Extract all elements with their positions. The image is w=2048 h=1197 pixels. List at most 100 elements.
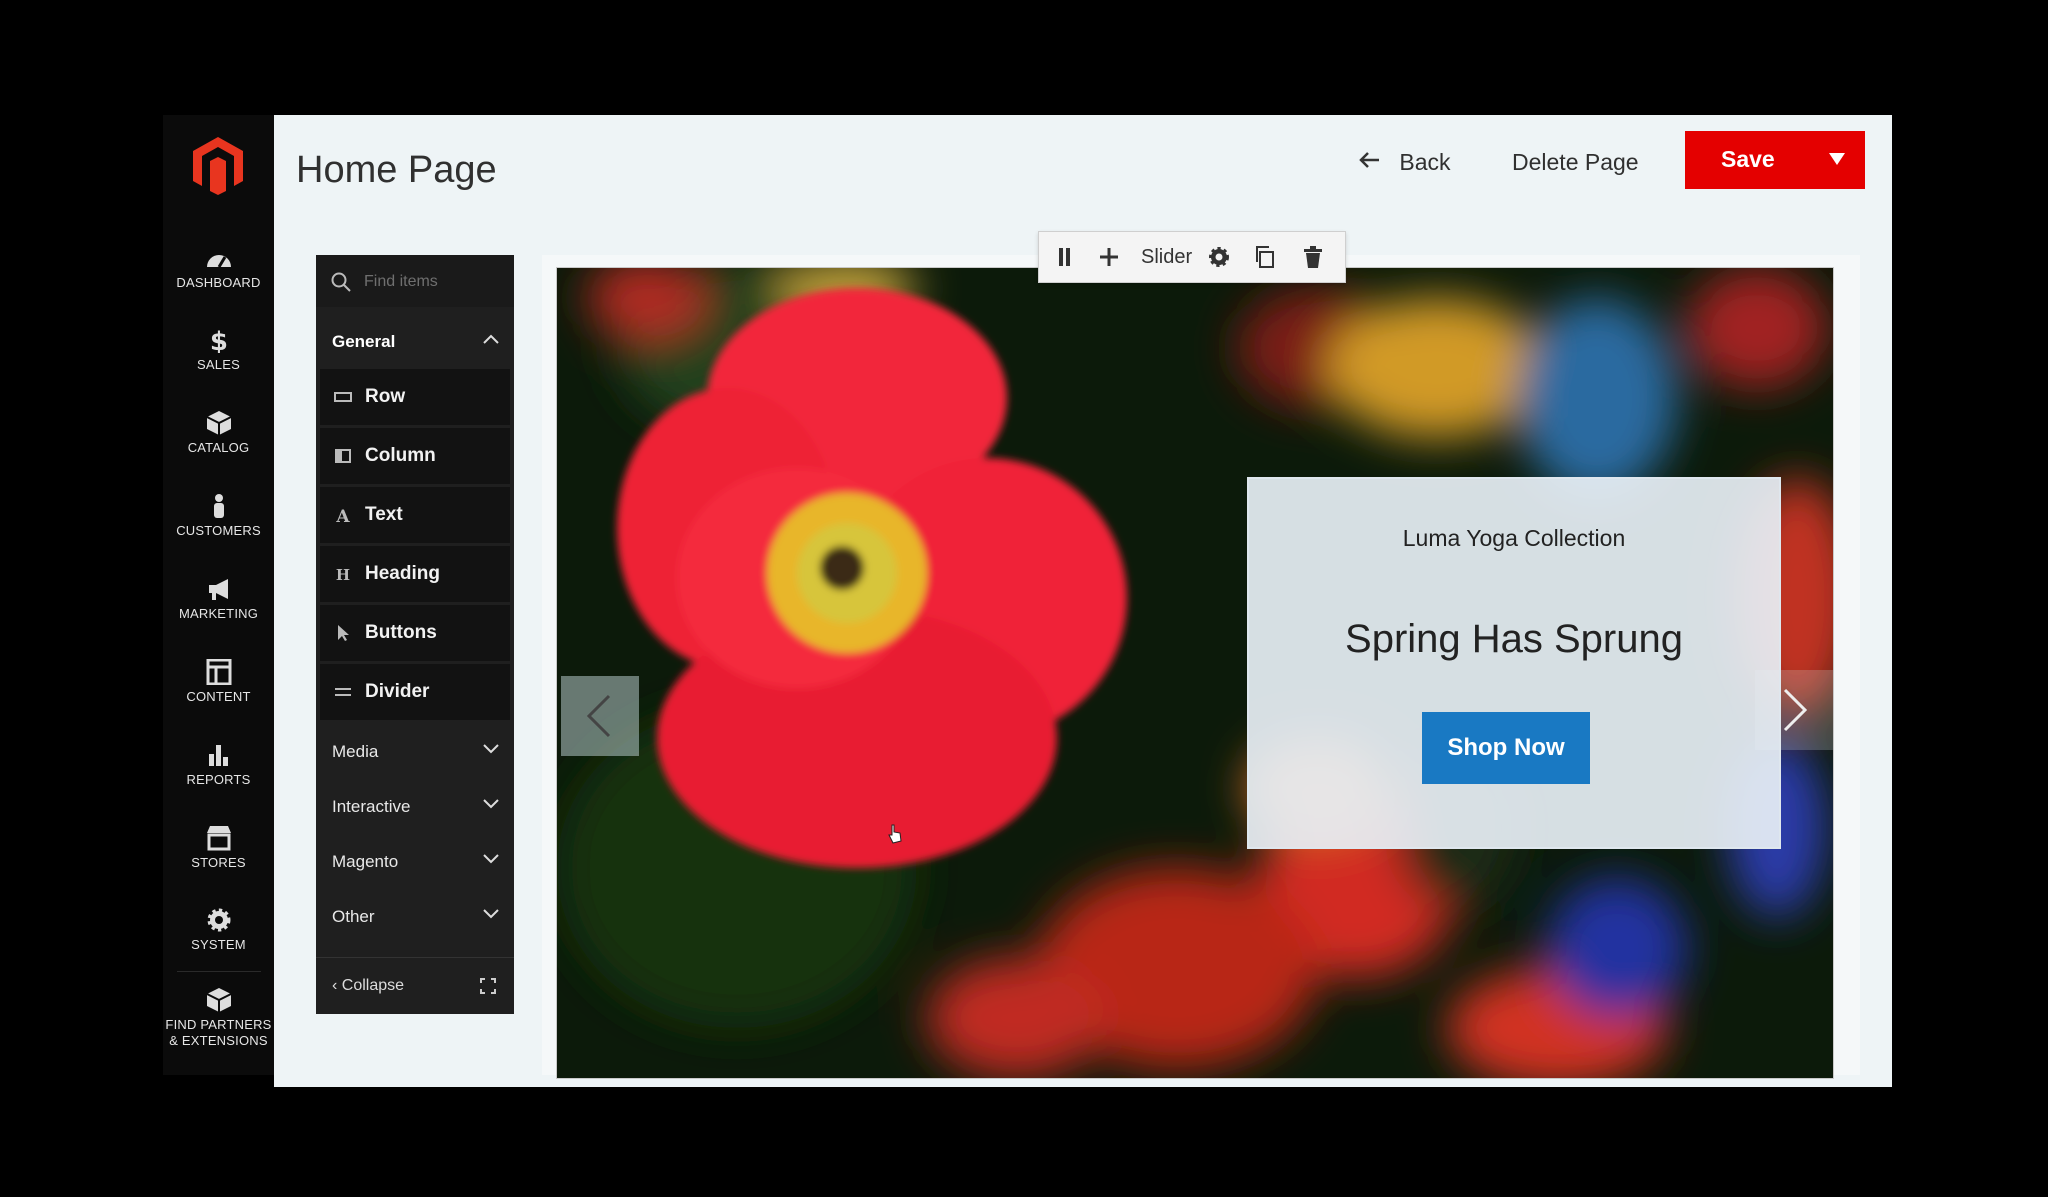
slider-prev-arrow[interactable] — [561, 676, 639, 756]
nav-reports[interactable]: REPORTS — [163, 742, 274, 788]
panel-search — [316, 255, 514, 307]
nav-label: DASHBOARD — [176, 275, 261, 290]
heading-icon: H — [336, 566, 350, 583]
nav-label: REPORTS — [186, 772, 251, 787]
column-icon — [335, 449, 351, 463]
page-title: Home Page — [296, 149, 497, 191]
nav-stores[interactable]: STORES — [163, 825, 274, 871]
layout-icon — [206, 659, 231, 685]
item-column[interactable]: Column — [320, 428, 510, 484]
megaphone-icon — [208, 579, 228, 600]
item-label: Text — [365, 504, 403, 525]
divider-icon — [335, 688, 351, 696]
item-label: Divider — [365, 681, 430, 702]
svg-text:H: H — [336, 566, 350, 583]
magento-logo[interactable] — [189, 135, 247, 195]
nav-label: & EXTENSIONS — [169, 1033, 268, 1048]
chevron-down-icon — [483, 799, 499, 809]
nav-catalog[interactable]: CATALOG — [163, 410, 274, 456]
nav-label: MARKETING — [178, 606, 259, 621]
shop-now-button[interactable]: Shop Now — [1422, 712, 1590, 784]
banner-subtitle: Luma Yoga Collection — [1402, 525, 1626, 551]
group-label: Interactive — [332, 797, 411, 816]
item-heading[interactable]: H Heading — [320, 546, 510, 602]
collapse-text: Collapse — [341, 977, 405, 994]
nav-divider — [177, 971, 261, 972]
chevron-down-icon — [483, 854, 499, 864]
group-magento[interactable]: Magento — [316, 835, 514, 889]
back-button[interactable]: Back — [1357, 149, 1451, 176]
dollar-icon: $ — [209, 327, 227, 353]
item-text[interactable]: A Text — [320, 487, 510, 543]
chevron-down-icon — [483, 744, 499, 754]
admin-nav: DASHBOARD $ SALES CATALOG CUSTOMERS MARK… — [163, 115, 274, 1075]
dashboard-icon — [206, 255, 231, 268]
nav-label: STORES — [191, 855, 246, 870]
item-row[interactable]: Row — [320, 369, 510, 425]
box-icon — [206, 988, 231, 1012]
nav-label: SALES — [197, 357, 240, 372]
drag-handle-icon[interactable] — [1053, 245, 1077, 269]
item-label: Buttons — [365, 622, 437, 643]
chevron-right-icon — [1783, 688, 1808, 732]
arrow-left-icon — [1359, 152, 1379, 168]
chevron-down-icon — [483, 909, 499, 919]
row-icon — [334, 392, 352, 402]
duplicate-icon[interactable] — [1253, 245, 1277, 269]
nav-label: SYSTEM — [191, 937, 246, 952]
nav-label: CUSTOMERS — [176, 523, 261, 538]
find-items-input[interactable] — [362, 269, 506, 295]
box-icon — [206, 411, 231, 435]
person-icon — [213, 494, 224, 518]
nav-marketing[interactable]: MARKETING — [163, 576, 274, 622]
nav-dashboard[interactable]: DASHBOARD — [163, 245, 274, 291]
svg-text:A: A — [335, 507, 350, 524]
nav-system[interactable]: SYSTEM — [163, 907, 274, 953]
hand-cursor-icon — [888, 824, 902, 844]
item-label: Row — [365, 386, 406, 407]
collapse-panel-button[interactable]: ‹ Collapse — [316, 957, 514, 1014]
group-media[interactable]: Media — [316, 725, 514, 779]
search-icon — [331, 272, 351, 292]
group-interactive[interactable]: Interactive — [316, 780, 514, 834]
group-other[interactable]: Other — [316, 890, 514, 944]
group-label: General — [332, 332, 396, 351]
chevron-up-icon — [483, 334, 499, 344]
fullscreen-icon[interactable] — [480, 978, 496, 994]
add-icon[interactable] — [1097, 245, 1121, 269]
nav-find-partners[interactable]: FIND PARTNERS & EXTENSIONS — [163, 987, 274, 1049]
gear-icon — [207, 908, 230, 932]
nav-label: CATALOG — [187, 440, 250, 455]
nav-label: CONTENT — [186, 689, 251, 704]
toolbar-label: Slider — [1141, 246, 1193, 268]
slide-banner[interactable]: Luma Yoga Collection Spring Has Sprung S… — [1247, 477, 1781, 849]
group-label: Other — [332, 907, 375, 926]
item-label: Heading — [365, 563, 440, 584]
chevron-left-icon — [586, 694, 611, 738]
slider-toolbar: Slider — [1038, 231, 1346, 283]
group-label: Media — [332, 742, 379, 761]
group-label: Magento — [332, 852, 399, 871]
pointer-icon — [338, 625, 349, 641]
item-label: Column — [365, 445, 436, 466]
item-buttons[interactable]: Buttons — [320, 605, 510, 661]
page-builder-panel: General Row Column A Text H Heading Butt… — [316, 255, 514, 1014]
group-general[interactable]: General — [316, 315, 514, 369]
back-label: Back — [1399, 149, 1451, 175]
nav-customers[interactable]: CUSTOMERS — [163, 493, 274, 539]
nav-sales[interactable]: $ SALES — [163, 327, 274, 373]
save-label: Save — [1721, 146, 1775, 172]
main-panel: Home Page Back Delete Page Save General … — [274, 115, 1892, 1087]
bar-chart-icon — [208, 745, 228, 766]
caret-down-icon[interactable] — [1829, 153, 1845, 165]
delete-page-button[interactable]: Delete Page — [1512, 149, 1639, 176]
nav-content[interactable]: CONTENT — [163, 659, 274, 705]
banner-heading: Spring Has Sprung — [1345, 617, 1683, 661]
gear-icon[interactable] — [1207, 245, 1231, 269]
save-button[interactable]: Save — [1685, 131, 1865, 189]
collapse-label: ‹ Collapse — [332, 977, 405, 994]
trash-icon[interactable] — [1301, 245, 1325, 269]
slider[interactable]: Luma Yoga Collection Spring Has Sprung S… — [556, 267, 1834, 1079]
storefront-icon — [206, 826, 231, 851]
item-divider[interactable]: Divider — [320, 664, 510, 720]
